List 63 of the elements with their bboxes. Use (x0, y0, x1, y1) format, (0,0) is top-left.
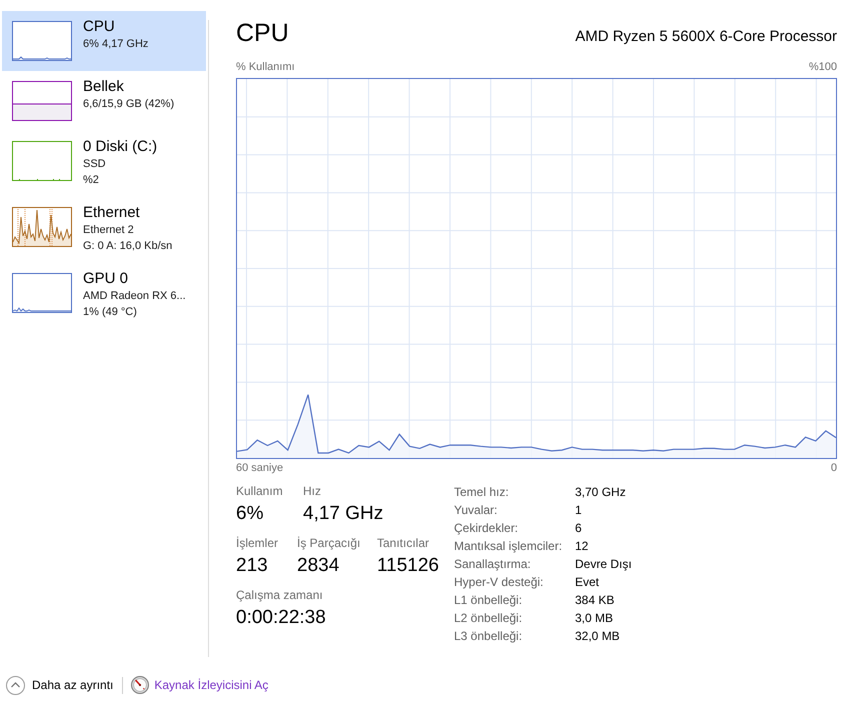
item-detail: G: 0 A: 16,0 Kb/sn (83, 239, 172, 254)
y-axis-label: % Kullanımı (236, 60, 295, 74)
detail-label: L2 önbelleği: (454, 610, 522, 627)
stat-value: 213 (236, 554, 268, 578)
chevron-up-icon (6, 676, 25, 694)
gauge-icon (131, 676, 150, 694)
detail-label: L3 önbelleği: (454, 628, 522, 645)
sidebar-item[interactable]: Ethernet Ethernet 2 G: 0 A: 16,0 Kb/sn (2, 197, 206, 263)
stat-label: Hız (303, 483, 321, 499)
stat-value: 115126 (377, 554, 439, 578)
detail-value: 32,0 MB (575, 628, 620, 645)
stat-value: 0:00:22:38 (236, 606, 326, 630)
item-detail: 6% 4,17 GHz (83, 37, 148, 52)
item-title: CPU (83, 18, 116, 36)
detail-value: 384 KB (575, 592, 614, 609)
stat-value: 6% (236, 502, 264, 526)
detail-label: L1 önbelleği: (454, 592, 522, 609)
detail-label: Yuvalar: (454, 502, 498, 519)
detail-value: Evet (575, 574, 600, 591)
stat-label: İş Parçacığı (297, 535, 360, 551)
resource-monitor-link[interactable]: Kaynak İzleyicisini Aç (154, 678, 268, 692)
item-detail: 6,6/15,9 GB (42%) (83, 97, 174, 112)
detail-value: 12 (575, 538, 588, 555)
network-throughput-sparkline (12, 207, 72, 247)
cpu-usage-sparkline (12, 21, 72, 61)
stat-label: Tanıtıcılar (377, 535, 430, 551)
detail-value: 3,70 GHz (575, 484, 626, 501)
item-title: Bellek (83, 78, 125, 96)
item-title: GPU 0 (83, 270, 130, 288)
item-detail: 1% (49 °C) (83, 305, 138, 320)
detail-label: Hyper-V desteği: (454, 574, 544, 591)
item-title: 0 Diski (C:) (83, 138, 158, 156)
gpu-usage-sparkline (12, 273, 72, 313)
sidebar-item[interactable]: Bellek 6,6/15,9 GB (42%) (2, 71, 206, 131)
detail-label: Mantıksal işlemciler: (454, 538, 562, 555)
detail-value: Devre Dışı (575, 556, 632, 573)
item-title: Ethernet (83, 204, 141, 222)
detail-label: Çekirdekler: (454, 520, 518, 537)
memory-usage-graph (12, 81, 72, 121)
detail-label: Sanallaştırma: (454, 556, 531, 573)
item-detail: AMD Radeon RX 6... (83, 289, 186, 304)
stat-value: 2834 (297, 554, 340, 578)
processor-name: AMD Ryzen 5 5600X 6-Core Processor (575, 27, 837, 47)
detail-value: 6 (575, 520, 582, 537)
detail-value: 3,0 MB (575, 610, 614, 627)
sidebar-item[interactable]: CPU 6% 4,17 GHz (2, 11, 206, 71)
item-detail: %2 (83, 173, 100, 188)
page-title: CPU (236, 18, 289, 48)
fewer-details-button[interactable]: Daha az ayrıntı (6, 676, 114, 694)
sidebar-item[interactable]: GPU 0 AMD Radeon RX 6... 1% (49 °C) (2, 263, 206, 329)
stat-label: Çalışma zamanı (236, 587, 323, 603)
detail-value: 1 (575, 502, 582, 519)
stat-label: Kullanım (236, 483, 283, 499)
stat-value: 4,17 GHz (303, 502, 384, 526)
sidebar-item[interactable]: 0 Diski (C:) SSD %2 (2, 131, 206, 197)
detail-label: Temel hız: (454, 484, 509, 501)
item-detail: Ethernet 2 (83, 223, 135, 238)
x-start-label: 60 saniye (236, 461, 284, 475)
item-detail: SSD (83, 157, 107, 172)
x-end-label: 0 (830, 461, 837, 475)
disk-activity-sparkline (12, 141, 72, 181)
y-max-label: %100 (808, 60, 837, 74)
stat-label: İşlemler (236, 535, 278, 551)
